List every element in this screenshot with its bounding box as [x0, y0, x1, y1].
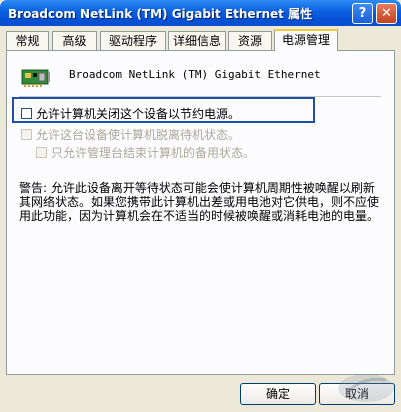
- option-allow-wake[interactable]: 允许这台设备使计算机脱离待机状态。: [21, 126, 240, 143]
- network-adapter-icon: [21, 69, 50, 87]
- properties-dialog: Broadcom NetLink (TM) Gigabit Ethernet 属…: [0, 0, 401, 412]
- tab-advanced[interactable]: 高级: [52, 31, 97, 50]
- allow-power-off-checkbox[interactable]: [21, 108, 32, 119]
- warning-text: 警告: 允许此设备离开等待状态可能会使计算机周期性被唤醒以刷新其网络状态。如果您…: [19, 181, 380, 223]
- allow-wake-checkbox[interactable]: [21, 129, 32, 140]
- device-name: Broadcom NetLink (TM) Gigabit Ethernet: [69, 68, 321, 81]
- power-management-panel: Broadcom NetLink (TM) Gigabit Ethernet 允…: [6, 50, 395, 375]
- tab-details[interactable]: 详细信息: [168, 31, 226, 50]
- management-only-label: 只允许管理台结束计算机的备用状态。: [51, 146, 256, 160]
- allow-power-off-label: 允许计算机关闭这个设备以节约电源。: [36, 107, 241, 121]
- tab-driver[interactable]: 驱动程序: [100, 31, 166, 50]
- option-management-only[interactable]: 只允许管理台结束计算机的备用状态。: [36, 144, 255, 161]
- management-only-checkbox[interactable]: [36, 147, 47, 158]
- tab-resources[interactable]: 资源: [228, 31, 272, 50]
- watermark-logo: [338, 374, 394, 402]
- tab-power-management[interactable]: 电源管理: [274, 29, 338, 51]
- window-title: Broadcom NetLink (TM) Gigabit Ethernet 属…: [8, 7, 313, 21]
- title-bar[interactable]: Broadcom NetLink (TM) Gigabit Ethernet 属…: [0, 0, 401, 26]
- help-button[interactable]: ?: [352, 3, 373, 24]
- ok-button[interactable]: 确定: [240, 383, 316, 405]
- allow-wake-label: 允许这台设备使计算机脱离待机状态。: [36, 128, 241, 142]
- tab-general[interactable]: 常规: [6, 31, 49, 50]
- option-allow-power-off[interactable]: 允许计算机关闭这个设备以节约电源。: [21, 105, 240, 122]
- close-button[interactable]: ✕: [376, 3, 397, 24]
- help-icon: ?: [358, 6, 367, 21]
- close-icon: ✕: [381, 6, 392, 21]
